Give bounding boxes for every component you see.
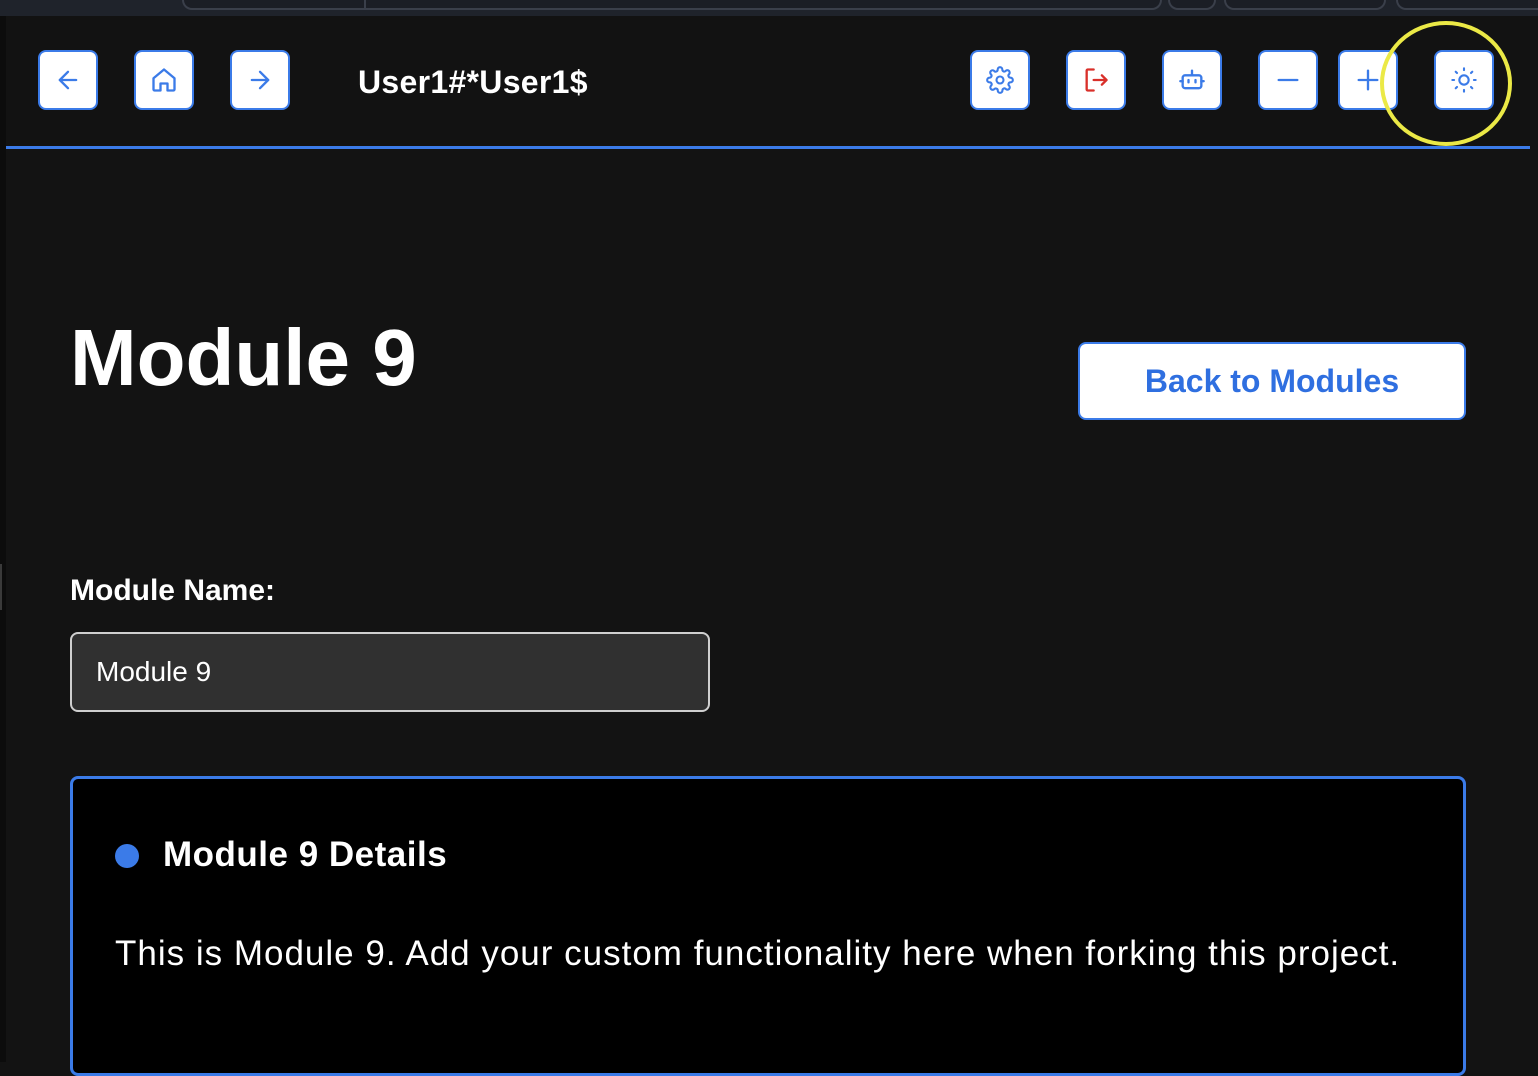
user-label: User1#*User1$ bbox=[358, 64, 588, 100]
logout-icon bbox=[1085, 68, 1108, 92]
home-icon bbox=[152, 68, 176, 92]
logout-button[interactable] bbox=[1066, 50, 1126, 110]
settings-button[interactable] bbox=[970, 50, 1030, 110]
arrow-right-icon bbox=[250, 70, 270, 90]
zoom-in-button[interactable] bbox=[1338, 50, 1398, 110]
status-dot bbox=[115, 844, 139, 868]
gear-icon bbox=[986, 66, 1014, 94]
browser-address-bar[interactable] bbox=[182, 0, 1162, 10]
module-name-input[interactable] bbox=[70, 632, 710, 712]
scroll-marker bbox=[0, 564, 2, 610]
back-to-modules-button[interactable]: Back to Modules bbox=[1078, 342, 1466, 420]
plus-icon bbox=[1357, 69, 1379, 91]
module-details-card: Module 9 Details This is Module 9. Add y… bbox=[70, 776, 1466, 1076]
theme-toggle-button[interactable] bbox=[1434, 50, 1494, 110]
assistant-button[interactable] bbox=[1162, 50, 1222, 110]
minus-icon bbox=[1277, 78, 1299, 82]
browser-toolbar-button[interactable] bbox=[1224, 0, 1386, 10]
sun-icon bbox=[1451, 67, 1477, 93]
top-navigation-bar: User1#*User1$ bbox=[6, 16, 1530, 149]
module-name-label: Module Name: bbox=[70, 574, 276, 607]
browser-toolbar-button[interactable] bbox=[1396, 0, 1538, 10]
forward-nav-button[interactable] bbox=[230, 50, 290, 110]
bot-icon bbox=[1179, 69, 1205, 90]
home-button[interactable] bbox=[134, 50, 194, 110]
browser-toolbar-button[interactable] bbox=[1168, 0, 1216, 10]
arrow-left-icon bbox=[58, 70, 78, 90]
details-heading: Module 9 Details bbox=[163, 835, 448, 874]
address-bar-divider bbox=[364, 0, 366, 8]
browser-tab-strip bbox=[0, 0, 1538, 16]
details-body: This is Module 9. Add your custom functi… bbox=[115, 934, 1401, 973]
window-left-edge bbox=[0, 16, 6, 1062]
back-nav-button[interactable] bbox=[38, 50, 98, 110]
page-title: Module 9 bbox=[70, 313, 417, 402]
zoom-out-button[interactable] bbox=[1258, 50, 1318, 110]
